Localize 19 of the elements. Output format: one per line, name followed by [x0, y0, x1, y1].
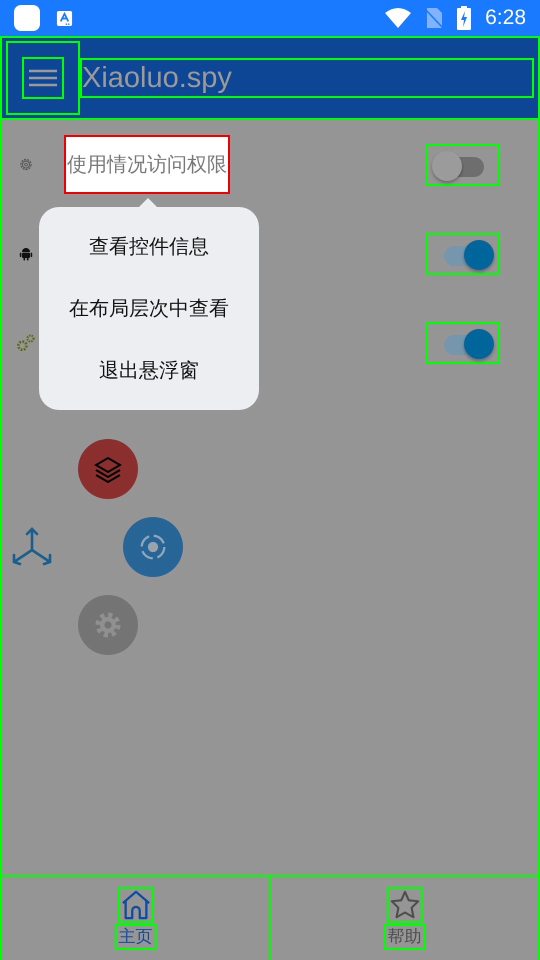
axes-icon[interactable]: [11, 526, 53, 568]
app-title: Xiaoluo.spy: [80, 58, 534, 98]
menu-icon: [22, 57, 64, 99]
home-icon: [118, 887, 154, 923]
toggle-switch[interactable]: [426, 322, 500, 364]
menu-item[interactable]: 在布局层次中查看: [69, 294, 229, 322]
toggle-switch[interactable]: [426, 232, 500, 274]
menu-item[interactable]: 查看控件信息: [89, 232, 209, 260]
menu-button[interactable]: [6, 41, 80, 115]
battery-charging-icon: [457, 6, 472, 30]
keyboard-icon: [56, 10, 73, 26]
menu-item[interactable]: 退出悬浮窗: [99, 357, 199, 384]
setting-label: 使用情况访问权限: [64, 135, 230, 194]
toggle-switch[interactable]: [426, 144, 500, 186]
clock-time: 6:28: [485, 6, 526, 30]
gears-icon: [16, 334, 36, 352]
wifi-icon: [385, 8, 412, 28]
no-sim-icon: [425, 7, 444, 29]
app-icon: [14, 5, 40, 31]
